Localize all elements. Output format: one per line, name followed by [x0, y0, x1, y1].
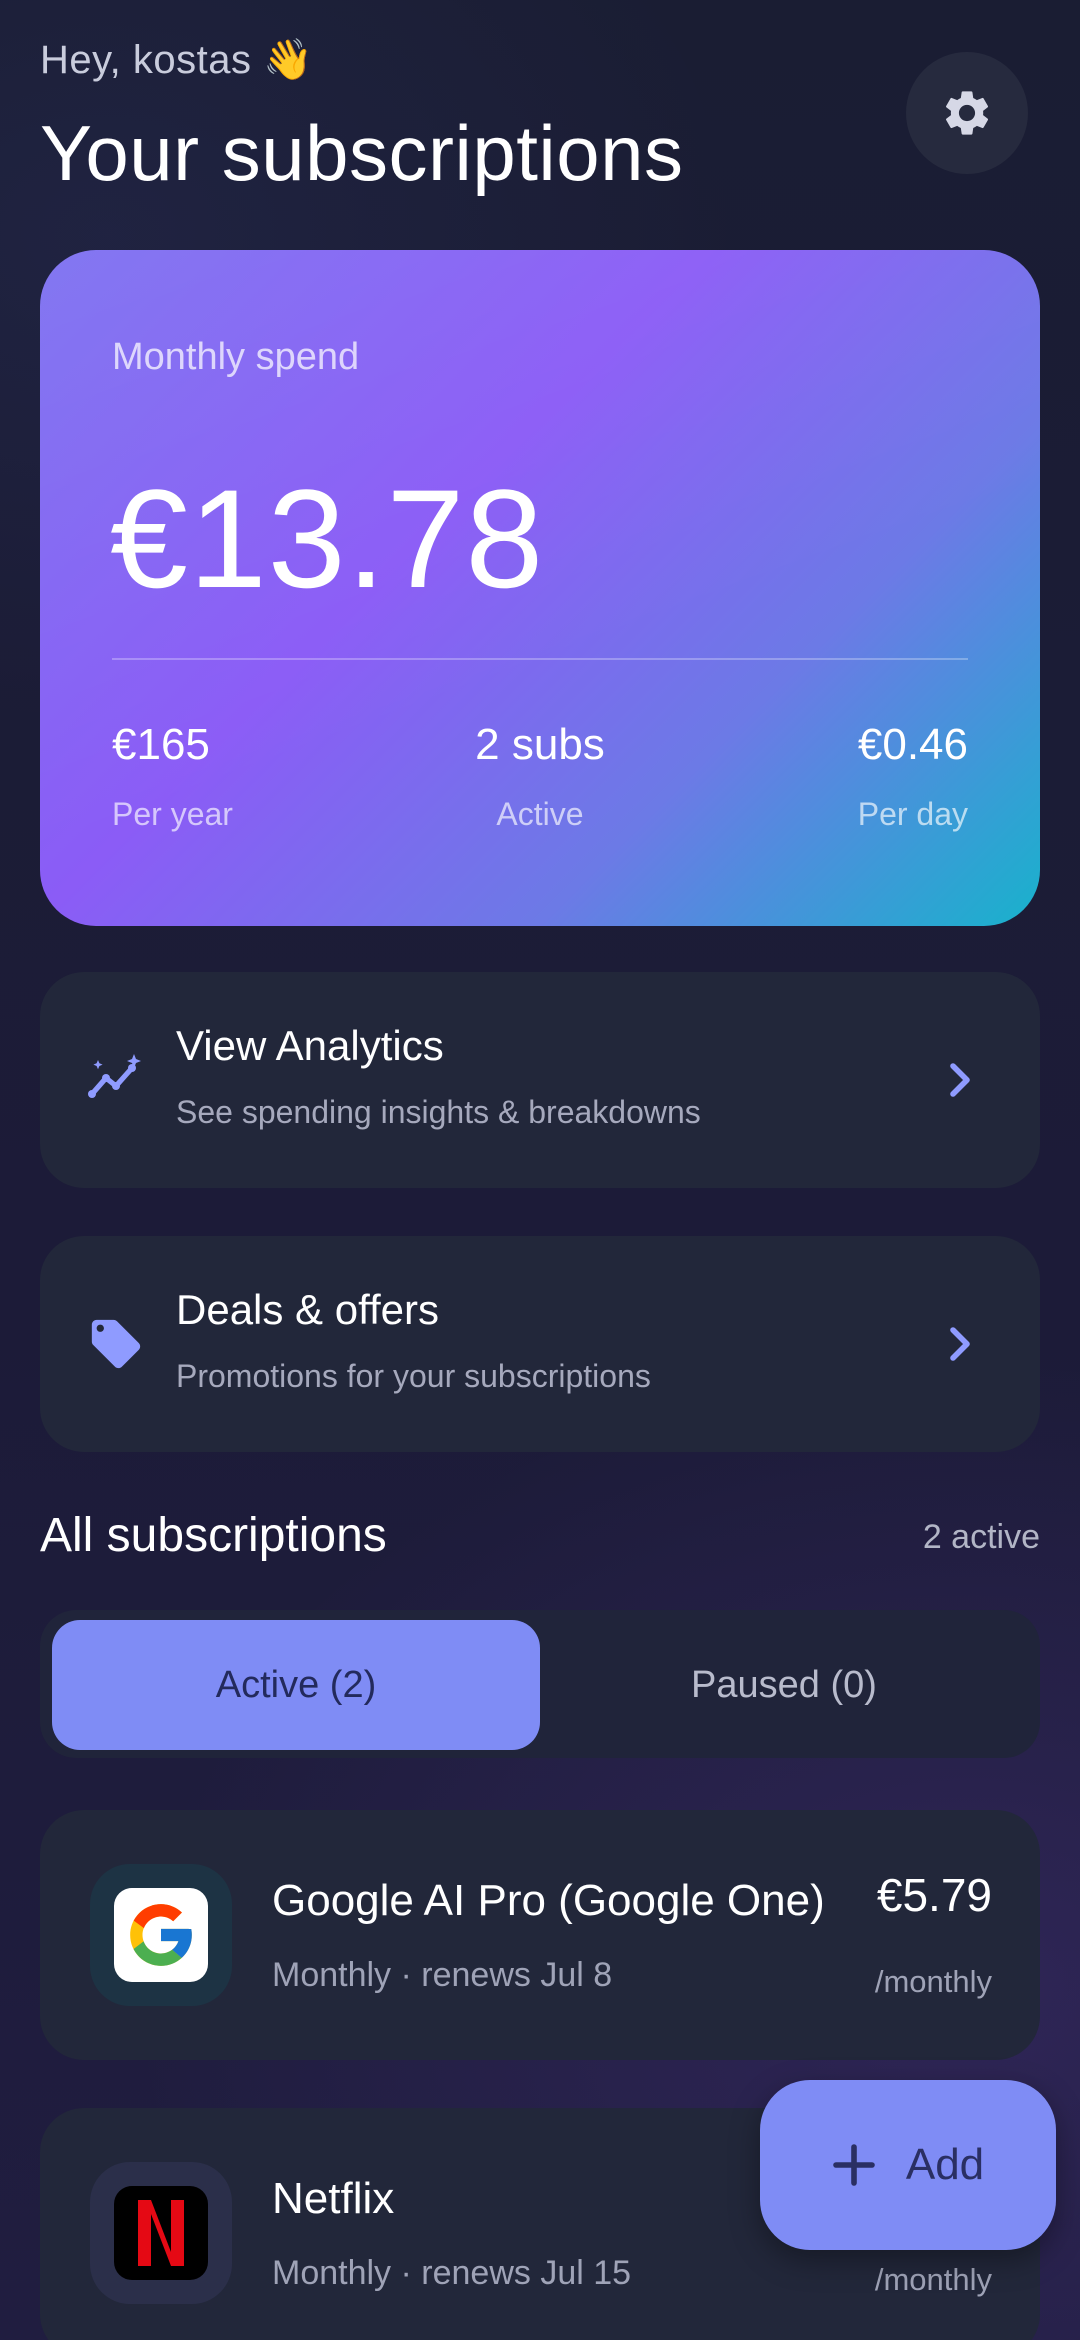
subscription-period: /monthly [874, 1964, 992, 1999]
settings-button[interactable] [906, 52, 1028, 174]
active-count: 2 active [922, 1518, 1040, 1556]
stat-label: Active [496, 796, 584, 832]
subscription-name: Google AI Pro (Google One) [272, 1876, 825, 1925]
app-screen: Hey, kostas 👋 Your subscriptions Monthly… [0, 0, 1080, 2340]
action-subtitle: Promotions for your subscriptions [176, 1358, 651, 1394]
deals-offers-card[interactable]: Deals & offers Promotions for your subsc… [40, 1236, 1040, 1452]
view-analytics-card[interactable]: View Analytics See spending insights & b… [40, 972, 1040, 1188]
stat-value: €0.46 [857, 720, 968, 769]
subscription-row-google[interactable]: Google AI Pro (Google One) Monthly · ren… [40, 1810, 1040, 2060]
tab-paused[interactable]: Paused (0) [540, 1620, 1028, 1750]
action-title: View Analytics [176, 1022, 444, 1069]
status-tabs: Active (2) Paused (0) [40, 1610, 1040, 1758]
stat-value: €165 [112, 720, 210, 769]
subscription-period: /monthly [874, 2262, 992, 2297]
netflix-n-icon [138, 2200, 184, 2266]
stat-per-year: €165 Per year [112, 720, 372, 833]
subscription-price: €5.79 [876, 1869, 992, 1921]
chevron-right-icon [940, 1056, 980, 1104]
action-title: Deals & offers [176, 1286, 440, 1333]
plus-icon [833, 2144, 875, 2186]
page-title: Your subscriptions [40, 109, 684, 197]
stat-per-day: €0.46 Per day [708, 720, 968, 833]
sparkle-chart-icon [86, 1050, 146, 1110]
stat-label: Per day [857, 796, 968, 832]
add-subscription-button[interactable]: Add [760, 2080, 1056, 2250]
tab-active[interactable]: Active (2) [52, 1620, 540, 1750]
subscription-cycle: Monthly · renews Jul 15 [272, 2254, 632, 2292]
section-title: All subscriptions [40, 1509, 387, 1562]
add-button-label: Add [905, 2140, 985, 2189]
action-subtitle: See spending insights & breakdowns [176, 1094, 701, 1130]
chevron-right-icon [940, 1320, 980, 1368]
stat-value: 2 subs [475, 720, 605, 769]
subscription-cycle: Monthly · renews Jul 8 [272, 1956, 613, 1994]
monthly-spend-card: Monthly spend €13.78 €165 Per year 2 sub… [40, 250, 1040, 926]
stat-active: 2 subs Active [410, 720, 670, 833]
spend-divider [112, 658, 968, 660]
google-logo [90, 1864, 232, 2006]
stat-label: Per year [112, 796, 233, 832]
netflix-logo [90, 2162, 232, 2304]
greeting-text: Hey, kostas 👋 [40, 38, 314, 82]
tag-icon [86, 1314, 146, 1374]
subscription-name: Netflix [272, 2174, 395, 2223]
google-g-icon [130, 1904, 192, 1966]
spend-amount: €13.78 [110, 460, 545, 617]
gear-icon [946, 91, 989, 135]
spend-label: Monthly spend [112, 336, 360, 378]
